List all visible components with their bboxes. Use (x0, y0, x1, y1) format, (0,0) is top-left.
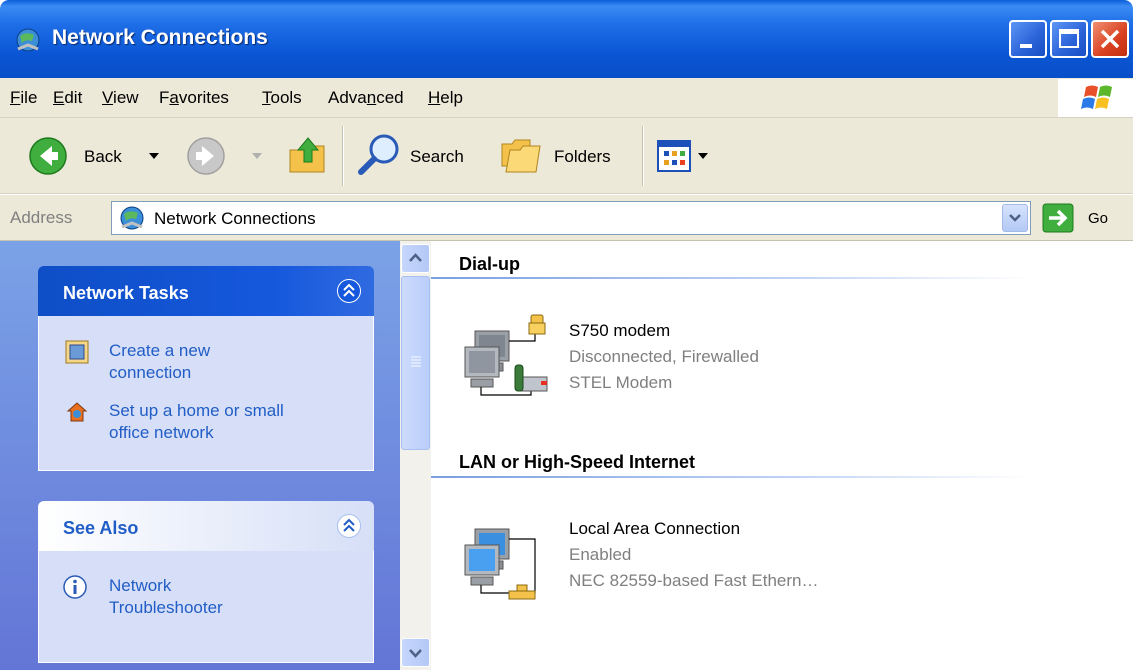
double-chevron-up-icon (343, 518, 355, 532)
back-button[interactable]: Back (28, 132, 168, 180)
menu-advanced[interactable]: Advanced (328, 88, 404, 108)
go-arrow-icon (1042, 203, 1074, 233)
search-label: Search (410, 147, 464, 166)
back-label: Back (84, 147, 122, 166)
scroll-thumb[interactable] (401, 276, 430, 450)
network-tasks-title: Network Tasks (63, 283, 189, 303)
connection-device: STEL Modem (569, 373, 673, 392)
see-also-body: Network Troubleshooter (38, 551, 374, 663)
vertical-scrollbar[interactable] (400, 241, 431, 670)
windows-flag-icon (1081, 85, 1112, 109)
dialup-connection-icon (464, 314, 548, 396)
maximize-button[interactable] (1050, 20, 1088, 58)
chevron-down-icon (1009, 214, 1021, 222)
back-arrow-icon (29, 137, 67, 175)
folders-label: Folders (554, 147, 611, 166)
network-troubleshooter-link[interactable]: Network Troubleshooter (109, 575, 223, 619)
menu-edit[interactable]: Edit (53, 88, 82, 108)
info-icon (63, 575, 87, 599)
network-tasks-body: Create a new connection Set up a home or … (38, 316, 374, 471)
forward-dropdown-icon (252, 153, 262, 159)
address-label: Address (10, 208, 73, 227)
connection-status: Disconnected, Firewalled (569, 347, 759, 366)
new-connection-icon (65, 340, 89, 364)
address-bar: Address Network Connections Go (0, 195, 1133, 241)
toolbar-separator (642, 126, 644, 186)
menu-bar: File Edit View Favorites Tools Advanced … (0, 78, 1133, 118)
network-connections-icon (120, 206, 144, 230)
group-divider (431, 476, 1031, 478)
title-bar[interactable]: Network Connections (0, 0, 1133, 78)
toolbar-separator (342, 126, 344, 186)
views-icon (657, 140, 691, 172)
up-folder-icon (289, 137, 325, 173)
see-also-header[interactable]: See Also (38, 501, 374, 551)
close-button[interactable] (1091, 20, 1129, 58)
menu-file[interactable]: File (10, 88, 37, 108)
views-button[interactable] (656, 138, 726, 176)
group-header-lan: LAN or High-Speed Internet (459, 452, 696, 472)
forward-arrow-icon (187, 137, 225, 175)
collapse-see-also-button[interactable] (337, 514, 361, 538)
see-also-title: See Also (63, 518, 139, 538)
home-network-icon (66, 402, 88, 422)
window-title: Network Connections (52, 26, 268, 49)
search-button[interactable]: Search (356, 132, 486, 180)
toolbar: Back Search Folders (0, 118, 1133, 194)
chevron-up-icon (409, 253, 422, 262)
go-label: Go (1088, 210, 1109, 227)
address-input[interactable]: Network Connections (111, 201, 1031, 235)
menu-help[interactable]: Help (428, 88, 463, 108)
minimize-button[interactable] (1009, 20, 1047, 58)
connection-name: S750 modem (569, 321, 671, 340)
create-new-connection-link[interactable]: Create a new connection (109, 340, 210, 384)
close-icon (1100, 29, 1120, 49)
network-connections-icon (16, 28, 40, 52)
maximize-icon (1059, 29, 1079, 48)
scroll-up-button[interactable] (401, 244, 430, 273)
group-header-dialup: Dial-up (459, 254, 520, 274)
task-pane: Network Tasks Create a new connection Set… (0, 241, 400, 670)
minimize-icon (1020, 44, 1032, 48)
search-icon (358, 134, 399, 175)
menu-favorites[interactable]: Favorites (159, 88, 229, 108)
windows-logo (1058, 79, 1133, 117)
network-tasks-header[interactable]: Network Tasks (38, 266, 374, 316)
folders-icon (501, 139, 541, 173)
setup-home-network-link[interactable]: Set up a home or small office network (109, 400, 284, 444)
connection-device: NEC 82559-based Fast Ethern… (569, 571, 819, 590)
connections-list: Dial-up S750 modem Disconnected, Firewal… (431, 241, 1133, 670)
scroll-down-button[interactable] (401, 638, 430, 667)
lan-connection-icon (464, 528, 536, 600)
menu-view[interactable]: View (102, 88, 139, 108)
group-divider (431, 277, 1031, 279)
up-folder-button[interactable] (286, 132, 330, 180)
address-value: Network Connections (154, 209, 316, 228)
chevron-down-icon (409, 649, 422, 658)
address-dropdown-button[interactable] (1002, 204, 1028, 232)
back-dropdown-icon[interactable] (149, 153, 159, 161)
forward-button[interactable] (186, 136, 266, 178)
double-chevron-up-icon (343, 283, 355, 297)
go-button[interactable]: Go (1038, 201, 1128, 235)
menu-tools[interactable]: Tools (262, 88, 302, 108)
views-dropdown-icon[interactable] (698, 153, 708, 161)
connection-status: Enabled (569, 545, 632, 564)
collapse-network-tasks-button[interactable] (337, 279, 361, 303)
connection-name: Local Area Connection (569, 519, 741, 538)
folders-button[interactable]: Folders (498, 132, 630, 180)
grip-icon (411, 356, 421, 367)
